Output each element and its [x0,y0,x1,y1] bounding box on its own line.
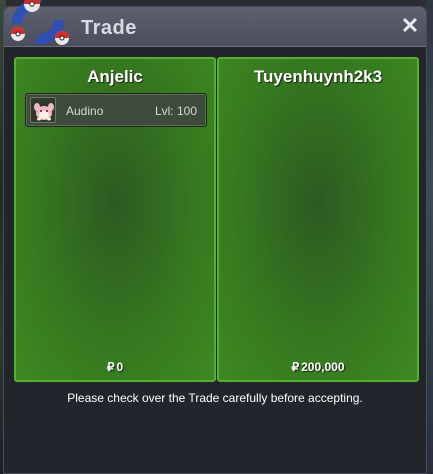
currency-symbol: ₽ [106,360,115,374]
trade-panel-left: Anjelic Audino Lvl: 100 ₽ 0 [14,57,216,382]
item-name: Audino [66,104,104,118]
trade-window: Trade ✕ Anjelic Audino Lvl: 100 ₽ 0 Tuye… [3,6,427,474]
trade-logo-icon [11,0,69,45]
item-level: Lvl: 100 [154,104,197,118]
money-amount-left: 0 [116,360,124,374]
game-screen: Trade ✕ Anjelic Audino Lvl: 100 ₽ 0 Tuye… [0,0,433,474]
money-amount-right: 200,000 [301,360,345,374]
player-name-left: Anjelic [87,67,143,86]
money-offer-left: ₽0 [16,360,214,374]
trade-item-slot[interactable]: Audino Lvl: 100 [25,93,207,127]
player-name-right: Tuyenhuynh2k3 [253,67,383,86]
window-title: Trade [81,17,137,39]
trade-panel-right: Tuyenhuynh2k3 ₽200,000 [217,57,419,382]
money-offer-right: ₽200,000 [219,360,417,374]
currency-symbol: ₽ [291,360,300,374]
close-button[interactable]: ✕ [400,15,420,37]
audino-icon [30,97,56,123]
trade-notice: Please check over the Trade carefully be… [67,391,363,405]
